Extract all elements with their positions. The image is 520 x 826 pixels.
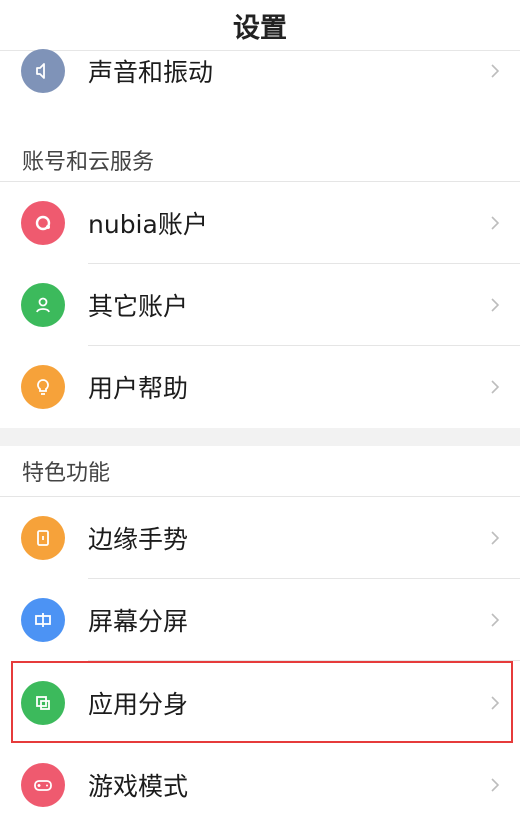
settings-item-label: 用户帮助 bbox=[88, 374, 189, 403]
split-screen-icon bbox=[21, 598, 65, 642]
person-icon bbox=[21, 283, 65, 327]
chevron-right-icon bbox=[491, 380, 500, 394]
settings-item-user-help[interactable]: 用户帮助 bbox=[0, 346, 520, 428]
settings-item-split-screen[interactable]: 屏幕分屏 bbox=[0, 579, 520, 661]
chevron-right-icon bbox=[491, 531, 500, 545]
settings-item-sound[interactable]: 声音和振动 bbox=[0, 30, 520, 112]
section-header-account: 账号和云服务 bbox=[0, 135, 520, 185]
settings-item-label: 游戏模式 bbox=[88, 772, 189, 801]
settings-item-other-accounts[interactable]: 其它账户 bbox=[0, 264, 520, 346]
nubia-ring-icon bbox=[21, 201, 65, 245]
settings-item-game-mode[interactable]: 游戏模式 bbox=[0, 744, 520, 826]
edge-gesture-icon bbox=[21, 516, 65, 560]
speaker-icon bbox=[21, 49, 65, 93]
section-spacer bbox=[0, 112, 520, 136]
section-title: 账号和云服务 bbox=[22, 150, 155, 175]
section-spacer bbox=[0, 428, 520, 446]
chevron-right-icon bbox=[491, 64, 500, 78]
settings-item-label: nubia账户 bbox=[88, 210, 208, 239]
chevron-right-icon bbox=[491, 613, 500, 627]
section-header-features: 特色功能 bbox=[0, 446, 520, 496]
settings-item-edge-gesture[interactable]: 边缘手势 bbox=[0, 497, 520, 579]
chevron-right-icon bbox=[491, 778, 500, 792]
settings-item-label: 声音和振动 bbox=[88, 58, 214, 87]
gamepad-icon bbox=[21, 763, 65, 807]
settings-item-label: 边缘手势 bbox=[88, 525, 189, 554]
settings-item-label: 其它账户 bbox=[88, 292, 189, 321]
lightbulb-icon bbox=[21, 365, 65, 409]
chevron-right-icon bbox=[491, 298, 500, 312]
section-title: 特色功能 bbox=[22, 461, 111, 486]
settings-item-label: 屏幕分屏 bbox=[88, 607, 189, 636]
highlight-box bbox=[11, 661, 513, 743]
chevron-right-icon bbox=[491, 216, 500, 230]
settings-item-nubia-account[interactable]: nubia账户 bbox=[0, 182, 520, 264]
